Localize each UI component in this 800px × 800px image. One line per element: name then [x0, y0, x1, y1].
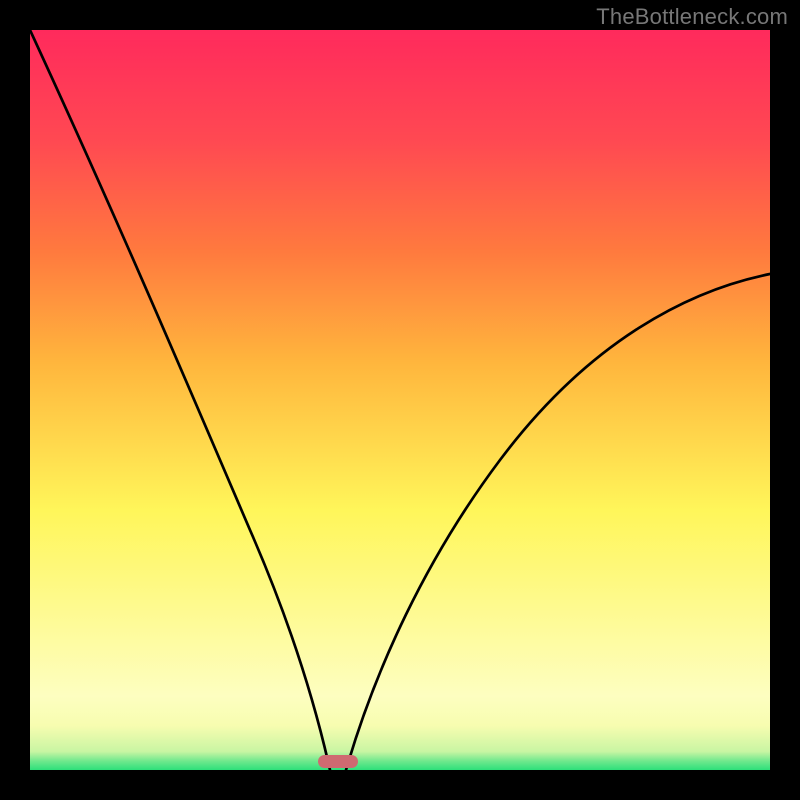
- watermark-text: TheBottleneck.com: [596, 4, 788, 30]
- chart-frame: TheBottleneck.com: [0, 0, 800, 800]
- plot-area: [30, 30, 770, 770]
- right-curve: [346, 274, 770, 770]
- bottleneck-marker: [318, 755, 358, 768]
- curves-layer: [30, 30, 770, 770]
- left-curve: [30, 30, 330, 770]
